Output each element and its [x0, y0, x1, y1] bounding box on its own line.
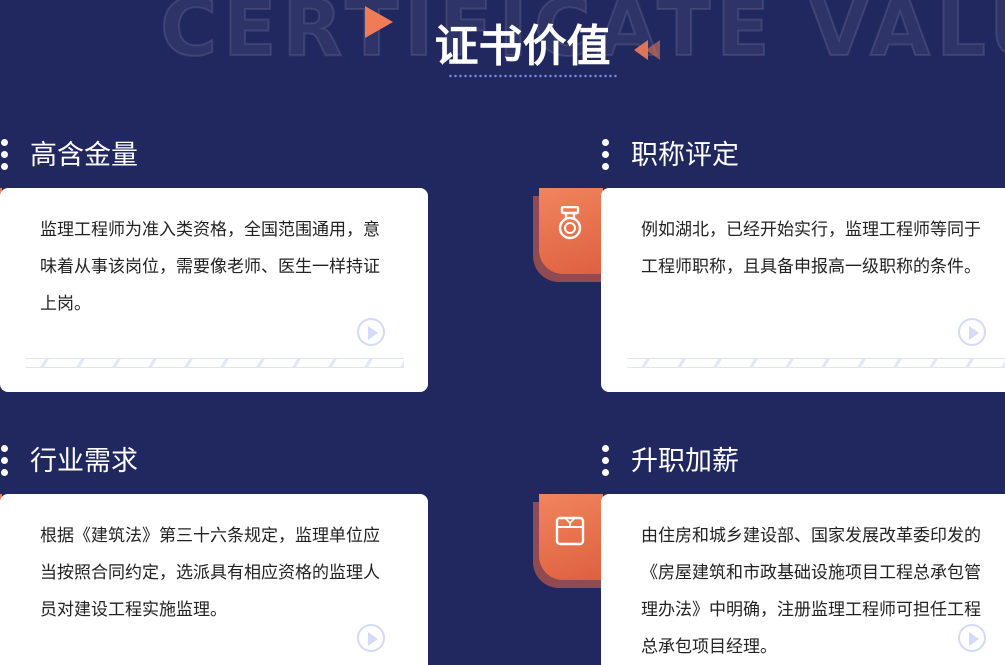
card-text: 例如湖北，已经开始实行，监理工程师等同于工程师职称，且具备申报高一级职称的条件。: [641, 220, 981, 277]
page-title: 证书价值: [434, 21, 611, 72]
card-text: 由住房和城乡建设部、国家发展改革委印发的《房屋建筑和市政基础设施项目工程总承包管…: [641, 526, 981, 657]
card-text: 监理工程师为准入类资格，全国范围通用，意味着从事该岗位，需要像老师、医生一样持证…: [40, 220, 380, 314]
wallet-icon: [555, 516, 585, 546]
medal-icon: [558, 206, 582, 240]
page: CERTIFICATE VALUE 证书价值 高含金量 监理工程师为准入类资格，…: [0, 0, 1005, 665]
info-card: 例如湖北，已经开始实行，监理工程师等同于工程师职称，且具备申报高一级职称的条件。: [601, 188, 1005, 392]
play-triangle-icon: [365, 6, 393, 38]
icon-badge: [533, 494, 603, 588]
section-title: 高含金量: [30, 140, 138, 171]
arrow-right-button[interactable]: [357, 318, 385, 346]
arrow-right-button[interactable]: [958, 318, 986, 346]
vertical-dots-icon: [0, 442, 10, 482]
vertical-dots-icon: [601, 136, 611, 176]
icon-badge: [533, 188, 603, 282]
arrow-right-button[interactable]: [958, 624, 986, 652]
header: 证书价值: [0, 4, 1005, 84]
info-card: 由住房和城乡建设部、国家发展改革委印发的《房屋建筑和市政基础设施项目工程总承包管…: [601, 494, 1005, 665]
double-triangle-icon: [634, 40, 664, 60]
decorative-bar: [627, 358, 1005, 368]
vertical-dots-icon: [601, 442, 611, 482]
info-card: 监理工程师为准入类资格，全国范围通用，意味着从事该岗位，需要像老师、医生一样持证…: [0, 188, 428, 392]
section-title: 升职加薪: [631, 446, 739, 477]
section-title: 行业需求: [30, 446, 138, 477]
card-text: 根据《建筑法》第三十六条规定，监理单位应当按照合同约定，选派具有相应资格的监理人…: [40, 526, 380, 620]
section-title: 职称评定: [631, 140, 739, 171]
info-card: 根据《建筑法》第三十六条规定，监理单位应当按照合同约定，选派具有相应资格的监理人…: [0, 494, 428, 665]
dotted-underline: [448, 74, 618, 78]
arrow-right-button[interactable]: [357, 624, 385, 652]
vertical-dots-icon: [0, 136, 10, 176]
decorative-bar: [26, 358, 404, 368]
